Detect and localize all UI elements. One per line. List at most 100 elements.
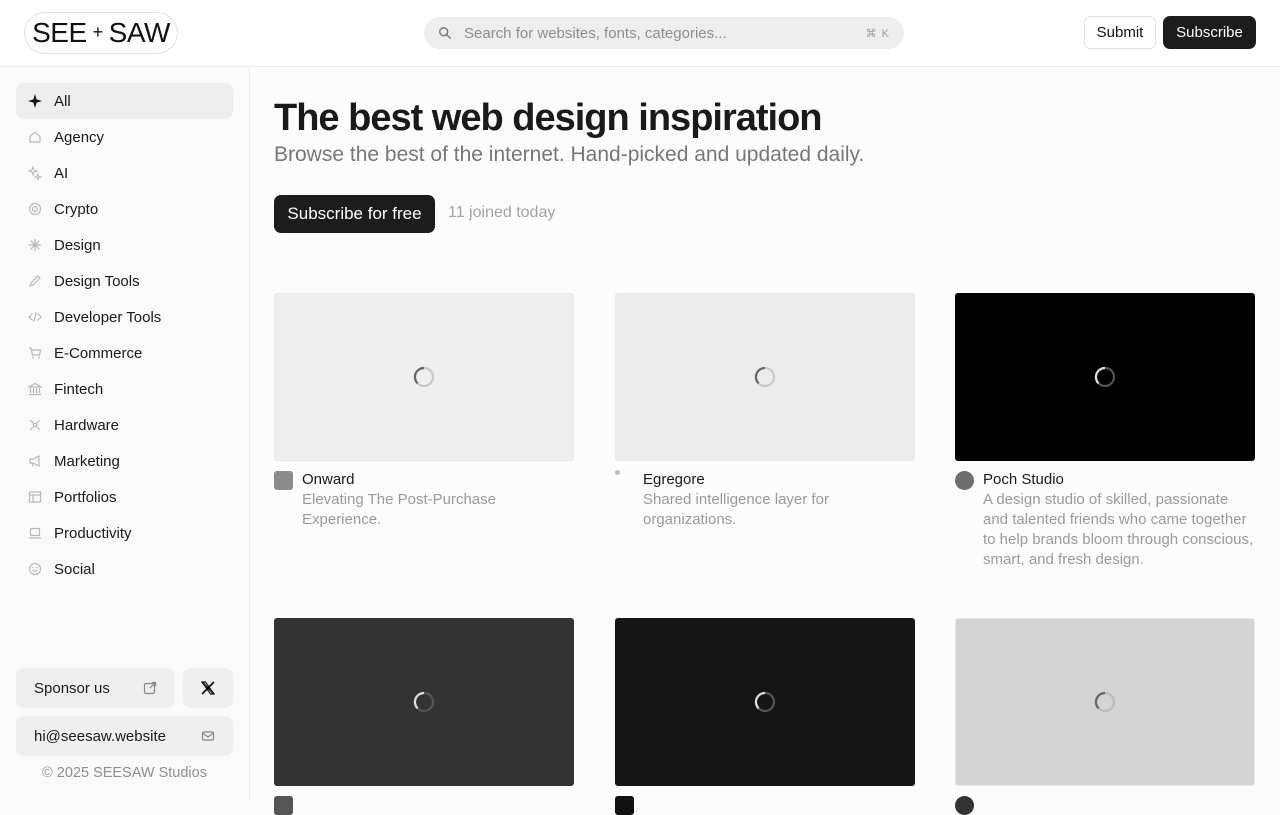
site-favicon-icon [274, 796, 293, 815]
sidebar-item-label: Agency [54, 128, 105, 146]
page-subtitle: Browse the best of the internet. Hand-pi… [274, 143, 865, 166]
sidebar-item-fintech[interactable]: Fintech [16, 371, 233, 407]
sidebar-item-all[interactable]: All [16, 83, 233, 119]
sidebar-item-label: Design [54, 236, 101, 254]
egregore-favicon-icon [615, 470, 620, 475]
sidebar-item-label: Social [54, 560, 95, 578]
site-card[interactable] [615, 618, 915, 815]
search-shortcut: ⌘ K [865, 27, 890, 40]
site-logo[interactable]: SEE + SAW [24, 12, 178, 54]
joined-today-text: 11 joined today [448, 204, 556, 221]
ai-sparkles-icon [27, 165, 43, 181]
sidebar-item-agency[interactable]: Agency [16, 119, 233, 155]
card-title[interactable]: Onward [302, 470, 574, 490]
home-icon [27, 129, 43, 145]
poch-studio-favicon-icon [955, 471, 974, 490]
card-title[interactable]: Poch Studio [983, 470, 1255, 490]
sidebar-item-developer-tools[interactable]: Developer Tools [16, 299, 233, 335]
card-description: Shared intelligence layer for organizati… [643, 491, 829, 528]
site-favicon-icon [955, 796, 974, 815]
site-card[interactable]: Egregore Shared intelligence layer for o… [615, 293, 915, 530]
card-meta: Onward Elevating The Post-Purchase Exper… [274, 470, 574, 530]
loading-spinner-icon [1094, 691, 1116, 713]
search-input[interactable]: Search for websites, fonts, categories..… [464, 25, 866, 42]
site-card[interactable] [274, 618, 574, 815]
sidebar-item-label: Hardware [54, 416, 120, 434]
onward-favicon-icon [274, 471, 293, 490]
sidebar-item-design-tools[interactable]: Design Tools [16, 263, 233, 299]
code-icon [27, 309, 43, 325]
loading-spinner-icon [413, 366, 435, 388]
megaphone-icon [27, 453, 43, 469]
site-favicon-icon [615, 796, 634, 815]
sidebar-item-label: E-Commerce [54, 344, 143, 362]
cart-icon [27, 345, 43, 361]
category-nav: All Agency AI Crypto Design Design Tools… [16, 83, 233, 587]
site-thumbnail[interactable] [615, 293, 915, 461]
site-thumbnail[interactable] [274, 618, 574, 786]
sidebar-item-label: Fintech [54, 380, 104, 398]
sidebar-item-label: AI [54, 164, 69, 182]
site-card[interactable]: Poch Studio A design studio of skilled, … [955, 293, 1255, 570]
mail-icon [201, 731, 215, 741]
sidebar: All Agency AI Crypto Design Design Tools… [0, 67, 250, 800]
site-thumbnail[interactable] [615, 618, 915, 786]
sparkle-icon [27, 93, 43, 109]
copyright-text: © 2025 SEESAW Studios [42, 765, 207, 781]
sidebar-item-design[interactable]: Design [16, 227, 233, 263]
sidebar-item-marketing[interactable]: Marketing [16, 443, 233, 479]
loading-spinner-icon [754, 366, 776, 388]
loading-spinner-icon [1094, 366, 1116, 388]
top-header: SEE + SAW Search for websites, fonts, ca… [0, 0, 1280, 67]
page-title: The best web design inspiration [274, 97, 823, 139]
card-meta: Poch Studio A design studio of skilled, … [955, 470, 1255, 570]
site-card[interactable]: Onward Elevating The Post-Purchase Exper… [274, 293, 574, 530]
email-label: hi@seesaw.website [34, 727, 166, 745]
search-icon [439, 27, 451, 39]
sidebar-item-label: Developer Tools [54, 308, 162, 326]
pencil-icon [27, 273, 43, 289]
external-link-icon [143, 681, 157, 695]
sidebar-item-label: Design Tools [54, 272, 140, 290]
sidebar-item-label: Crypto [54, 200, 99, 218]
card-title[interactable]: Egregore [643, 470, 915, 490]
sidebar-item-crypto[interactable]: Crypto [16, 191, 233, 227]
laptop-icon [27, 525, 43, 541]
sidebar-item-ai[interactable]: AI [16, 155, 233, 191]
sidebar-item-e-commerce[interactable]: E-Commerce [16, 335, 233, 371]
sidebar-item-label: Portfolios [54, 488, 117, 506]
coin-icon [27, 201, 43, 217]
sponsor-label: Sponsor us [34, 679, 110, 697]
loading-spinner-icon [413, 691, 435, 713]
card-meta: Egregore Shared intelligence layer for o… [615, 470, 915, 530]
site-thumbnail[interactable] [955, 618, 1255, 786]
loading-spinner-icon [754, 691, 776, 713]
site-card[interactable] [955, 618, 1255, 815]
site-thumbnail[interactable] [955, 293, 1255, 461]
sidebar-item-social[interactable]: Social [16, 551, 233, 587]
subscribe-button[interactable]: Subscribe [1163, 16, 1256, 49]
email-button[interactable]: hi@seesaw.website [16, 716, 233, 756]
sidebar-item-label: Productivity [54, 524, 132, 542]
sidebar-item-productivity[interactable]: Productivity [16, 515, 233, 551]
subscribe-for-free-button[interactable]: Subscribe for free [274, 195, 435, 233]
search-bar[interactable]: Search for websites, fonts, categories..… [424, 17, 904, 49]
x-logo-icon [200, 681, 216, 695]
sidebar-item-portfolios[interactable]: Portfolios [16, 479, 233, 515]
bank-icon [27, 381, 43, 397]
asterisk-icon [27, 237, 43, 253]
submit-button[interactable]: Submit [1084, 16, 1156, 49]
sidebar-item-hardware[interactable]: Hardware [16, 407, 233, 443]
sidebar-item-label: Marketing [54, 452, 120, 470]
logo-text-saw: SAW [108, 17, 171, 48]
sidebar-item-label: All [54, 92, 71, 110]
x-social-button[interactable] [183, 668, 233, 708]
hardware-icon [27, 417, 43, 433]
card-description: A design studio of skilled, passionate a… [983, 491, 1254, 568]
logo-text-see: SEE [32, 17, 87, 48]
card-description: Elevating The Post-Purchase Experience. [302, 491, 496, 528]
sponsor-us-button[interactable]: Sponsor us [16, 668, 175, 708]
logo-plus: + [92, 21, 104, 42]
site-thumbnail[interactable] [274, 293, 574, 461]
layout-icon [27, 489, 43, 505]
